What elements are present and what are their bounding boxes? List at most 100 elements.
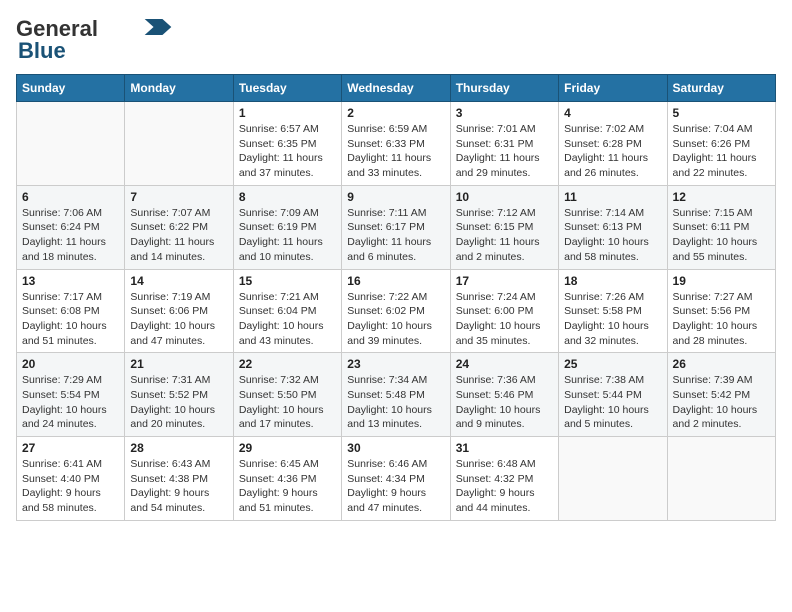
weekday-header-saturday: Saturday [667,75,775,102]
day-number: 12 [673,190,770,204]
calendar-cell: 3 Sunrise: 7:01 AM Sunset: 6:31 PM Daylig… [450,102,558,186]
calendar-cell: 12 Sunrise: 7:15 AM Sunset: 6:11 PM Dayli… [667,185,775,269]
calendar-cell: 24 Sunrise: 7:36 AM Sunset: 5:46 PM Dayli… [450,353,558,437]
day-number: 26 [673,357,770,371]
day-number: 6 [22,190,119,204]
calendar-cell: 8 Sunrise: 7:09 AM Sunset: 6:19 PM Daylig… [233,185,341,269]
calendar-cell: 20Sunrise: 7:29 AM Sunset: 5:54 PM Dayli… [17,353,125,437]
logo: General Blue [16,16,172,64]
day-info: Sunrise: 7:31 AM Sunset: 5:52 PM Dayligh… [130,373,227,432]
calendar-cell: 11 Sunrise: 7:14 AM Sunset: 6:13 PM Dayli… [559,185,667,269]
calendar-cell: 31 Sunrise: 6:48 AM Sunset: 4:32 PM Dayli… [450,437,558,521]
calendar-week-4: 20Sunrise: 7:29 AM Sunset: 5:54 PM Dayli… [17,353,776,437]
day-info: Sunrise: 7:14 AM Sunset: 6:13 PM Dayligh… [564,206,661,265]
weekday-header-wednesday: Wednesday [342,75,450,102]
day-number: 15 [239,274,336,288]
day-number: 31 [456,441,553,455]
day-info: Sunrise: 7:02 AM Sunset: 6:28 PM Dayligh… [564,122,661,181]
day-info: Sunrise: 7:36 AM Sunset: 5:46 PM Dayligh… [456,373,553,432]
calendar-week-3: 13Sunrise: 7:17 AM Sunset: 6:08 PM Dayli… [17,269,776,353]
weekday-header-sunday: Sunday [17,75,125,102]
day-info: Sunrise: 6:43 AM Sunset: 4:38 PM Dayligh… [130,457,227,516]
day-number: 3 [456,106,553,120]
day-number: 30 [347,441,444,455]
calendar-cell: 2Sunrise: 6:59 AM Sunset: 6:33 PM Daylig… [342,102,450,186]
calendar: SundayMondayTuesdayWednesdayThursdayFrid… [16,74,776,521]
weekday-header-thursday: Thursday [450,75,558,102]
calendar-cell [125,102,233,186]
day-number: 13 [22,274,119,288]
day-info: Sunrise: 7:22 AM Sunset: 6:02 PM Dayligh… [347,290,444,349]
calendar-week-2: 6 Sunrise: 7:06 AM Sunset: 6:24 PM Daylig… [17,185,776,269]
day-info: Sunrise: 7:15 AM Sunset: 6:11 PM Dayligh… [673,206,770,265]
day-number: 22 [239,357,336,371]
calendar-cell: 14 Sunrise: 7:19 AM Sunset: 6:06 PM Dayli… [125,269,233,353]
calendar-cell: 28 Sunrise: 6:43 AM Sunset: 4:38 PM Dayli… [125,437,233,521]
weekday-header-tuesday: Tuesday [233,75,341,102]
calendar-cell: 6 Sunrise: 7:06 AM Sunset: 6:24 PM Daylig… [17,185,125,269]
calendar-body: 1 Sunrise: 6:57 AM Sunset: 6:35 PM Daylig… [17,102,776,521]
day-number: 7 [130,190,227,204]
day-number: 19 [673,274,770,288]
day-number: 10 [456,190,553,204]
calendar-cell: 27Sunrise: 6:41 AM Sunset: 4:40 PM Dayli… [17,437,125,521]
calendar-cell: 18 Sunrise: 7:26 AM Sunset: 5:58 PM Dayli… [559,269,667,353]
day-number: 21 [130,357,227,371]
day-info: Sunrise: 7:32 AM Sunset: 5:50 PM Dayligh… [239,373,336,432]
day-info: Sunrise: 7:09 AM Sunset: 6:19 PM Dayligh… [239,206,336,265]
calendar-cell: 4 Sunrise: 7:02 AM Sunset: 6:28 PM Daylig… [559,102,667,186]
day-info: Sunrise: 7:39 AM Sunset: 5:42 PM Dayligh… [673,373,770,432]
day-info: Sunrise: 7:01 AM Sunset: 6:31 PM Dayligh… [456,122,553,181]
day-number: 25 [564,357,661,371]
day-info: Sunrise: 7:06 AM Sunset: 6:24 PM Dayligh… [22,206,119,265]
calendar-cell: 7 Sunrise: 7:07 AM Sunset: 6:22 PM Daylig… [125,185,233,269]
day-info: Sunrise: 7:04 AM Sunset: 6:26 PM Dayligh… [673,122,770,181]
day-number: 18 [564,274,661,288]
calendar-cell [667,437,775,521]
day-number: 1 [239,106,336,120]
calendar-cell: 1 Sunrise: 6:57 AM Sunset: 6:35 PM Daylig… [233,102,341,186]
day-info: Sunrise: 7:19 AM Sunset: 6:06 PM Dayligh… [130,290,227,349]
calendar-cell: 9 Sunrise: 7:11 AM Sunset: 6:17 PM Daylig… [342,185,450,269]
weekday-header-friday: Friday [559,75,667,102]
day-info: Sunrise: 6:59 AM Sunset: 6:33 PM Dayligh… [347,122,444,181]
day-number: 4 [564,106,661,120]
header: General Blue [16,16,776,64]
day-number: 14 [130,274,227,288]
logo-arrow-icon [144,19,172,35]
calendar-cell: 13Sunrise: 7:17 AM Sunset: 6:08 PM Dayli… [17,269,125,353]
logo-blue: Blue [18,38,66,64]
calendar-cell: 25 Sunrise: 7:38 AM Sunset: 5:44 PM Dayli… [559,353,667,437]
day-info: Sunrise: 7:26 AM Sunset: 5:58 PM Dayligh… [564,290,661,349]
day-info: Sunrise: 7:38 AM Sunset: 5:44 PM Dayligh… [564,373,661,432]
day-number: 8 [239,190,336,204]
calendar-cell: 26 Sunrise: 7:39 AM Sunset: 5:42 PM Dayli… [667,353,775,437]
calendar-cell: 19Sunrise: 7:27 AM Sunset: 5:56 PM Dayli… [667,269,775,353]
day-number: 9 [347,190,444,204]
day-number: 24 [456,357,553,371]
calendar-cell: 16 Sunrise: 7:22 AM Sunset: 6:02 PM Dayli… [342,269,450,353]
day-number: 28 [130,441,227,455]
day-info: Sunrise: 7:34 AM Sunset: 5:48 PM Dayligh… [347,373,444,432]
day-number: 17 [456,274,553,288]
calendar-cell: 30 Sunrise: 6:46 AM Sunset: 4:34 PM Dayli… [342,437,450,521]
day-info: Sunrise: 7:11 AM Sunset: 6:17 PM Dayligh… [347,206,444,265]
day-info: Sunrise: 7:12 AM Sunset: 6:15 PM Dayligh… [456,206,553,265]
day-number: 11 [564,190,661,204]
calendar-cell: 17Sunrise: 7:24 AM Sunset: 6:00 PM Dayli… [450,269,558,353]
day-number: 5 [673,106,770,120]
calendar-cell: 15Sunrise: 7:21 AM Sunset: 6:04 PM Dayli… [233,269,341,353]
day-info: Sunrise: 6:48 AM Sunset: 4:32 PM Dayligh… [456,457,553,516]
calendar-cell: 21 Sunrise: 7:31 AM Sunset: 5:52 PM Dayli… [125,353,233,437]
weekday-header-row: SundayMondayTuesdayWednesdayThursdayFrid… [17,75,776,102]
day-info: Sunrise: 6:46 AM Sunset: 4:34 PM Dayligh… [347,457,444,516]
day-info: Sunrise: 6:57 AM Sunset: 6:35 PM Dayligh… [239,122,336,181]
day-number: 29 [239,441,336,455]
calendar-cell: 10 Sunrise: 7:12 AM Sunset: 6:15 PM Dayli… [450,185,558,269]
weekday-header-monday: Monday [125,75,233,102]
day-info: Sunrise: 7:07 AM Sunset: 6:22 PM Dayligh… [130,206,227,265]
calendar-week-1: 1 Sunrise: 6:57 AM Sunset: 6:35 PM Daylig… [17,102,776,186]
calendar-cell [17,102,125,186]
day-number: 16 [347,274,444,288]
calendar-cell [559,437,667,521]
